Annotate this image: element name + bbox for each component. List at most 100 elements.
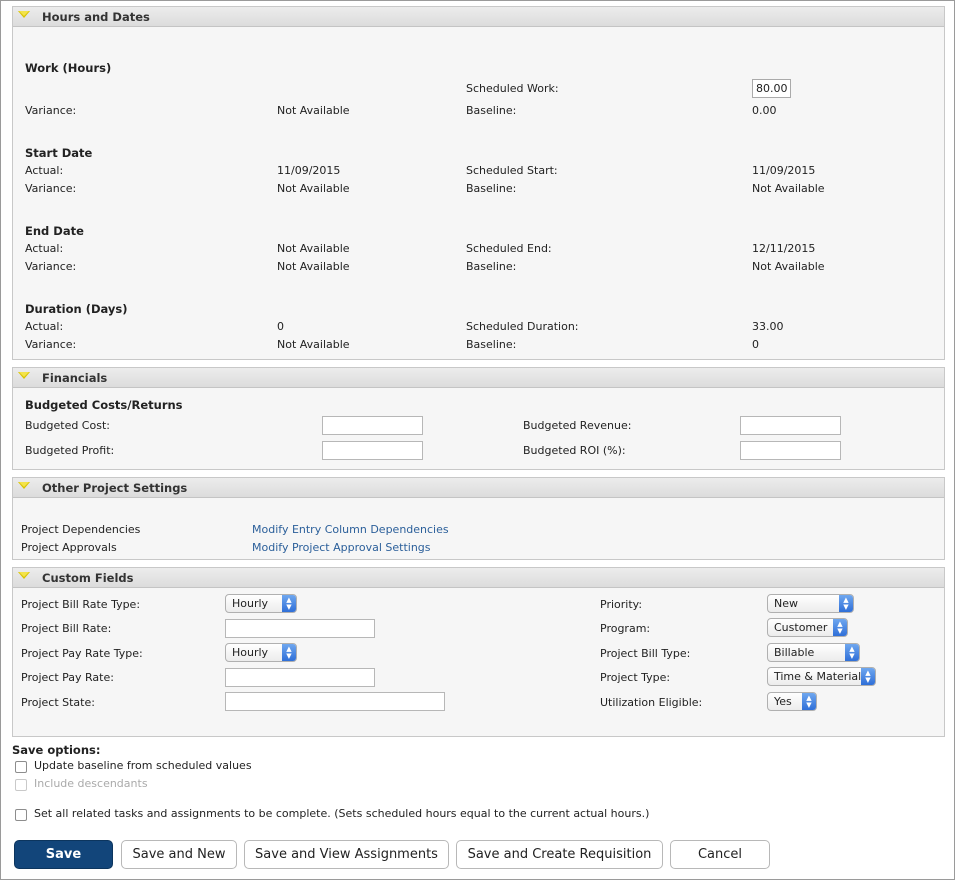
bill-type-select[interactable]: Billable ▲ ▼ — [767, 643, 860, 662]
select-arrows-icon: ▲ ▼ — [839, 595, 853, 612]
select-arrows-icon: ▲ ▼ — [282, 644, 296, 661]
financials-title: Financials — [42, 370, 108, 385]
cancel-button[interactable]: Cancel — [670, 840, 770, 869]
budgeted-profit-label: Budgeted Profit: — [25, 444, 115, 457]
hours-dates-title: Hours and Dates — [42, 9, 150, 24]
save-button[interactable]: Save — [14, 840, 113, 869]
start-actual-label: Actual: — [25, 164, 64, 177]
duration-baseline-value: 0 — [752, 338, 759, 351]
priority-value: New — [774, 597, 798, 610]
program-label: Program: — [600, 622, 651, 635]
custom-fields-title: Custom Fields — [42, 570, 134, 585]
set-complete-label: Set all related tasks and assignments to… — [34, 807, 650, 820]
other-settings-header[interactable]: Other Project Settings — [13, 478, 944, 498]
work-variance-label: Variance: — [25, 104, 77, 117]
work-variance-value: Not Available — [277, 104, 350, 117]
other-settings-section: Other Project Settings — [12, 477, 945, 560]
scheduled-end-value: 12/11/2015 — [752, 242, 816, 255]
pay-rate-label: Project Pay Rate: — [21, 671, 114, 684]
pay-rate-type-label: Project Pay Rate Type: — [21, 647, 143, 660]
scheduled-duration-value: 33.00 — [752, 320, 784, 333]
bill-type-value: Billable — [774, 646, 815, 659]
duration-actual-value: 0 — [277, 320, 284, 333]
end-date-title: End Date — [25, 224, 84, 238]
update-baseline-label: Update baseline from scheduled values — [34, 759, 252, 772]
save-and-create-requisition-button[interactable]: Save and Create Requisition — [456, 840, 663, 869]
utilization-select[interactable]: Yes ▲ ▼ — [767, 692, 817, 711]
pay-rate-input[interactable] — [225, 668, 375, 687]
start-date-title: Start Date — [25, 146, 93, 160]
pay-rate-type-select[interactable]: Hourly ▲ ▼ — [225, 643, 297, 662]
budgeted-cost-input[interactable] — [322, 416, 423, 435]
modify-dependencies-link[interactable]: Modify Entry Column Dependencies — [252, 523, 449, 536]
work-hours-title: Work (Hours) — [25, 61, 112, 75]
project-state-label: Project State: — [21, 696, 95, 709]
end-actual-label: Actual: — [25, 242, 64, 255]
program-select[interactable]: Customer ▲ ▼ — [767, 618, 848, 637]
collapse-triangle-icon[interactable] — [18, 372, 30, 379]
work-baseline-value: 0.00 — [752, 104, 777, 117]
end-variance-value: Not Available — [277, 260, 350, 273]
budgeted-roi-input[interactable] — [740, 441, 841, 460]
scheduled-start-value: 11/09/2015 — [752, 164, 816, 177]
save-options-title: Save options: — [12, 743, 101, 757]
bill-rate-type-select[interactable]: Hourly ▲ ▼ — [225, 594, 297, 613]
collapse-triangle-icon[interactable] — [18, 482, 30, 489]
scheduled-start-label: Scheduled Start: — [466, 164, 558, 177]
utilization-value: Yes — [774, 695, 792, 708]
start-variance-value: Not Available — [277, 182, 350, 195]
set-complete-checkbox[interactable] — [15, 809, 27, 821]
hours-dates-header[interactable]: Hours and Dates — [13, 7, 944, 27]
save-and-view-assignments-button[interactable]: Save and View Assignments — [244, 840, 449, 869]
project-type-select[interactable]: Time & Material ▲ ▼ — [767, 667, 876, 686]
bill-rate-type-value: Hourly — [232, 597, 269, 610]
budgeted-roi-label: Budgeted ROI (%): — [523, 444, 626, 457]
start-baseline-value: Not Available — [752, 182, 825, 195]
scheduled-work-label: Scheduled Work: — [466, 82, 559, 95]
duration-title: Duration (Days) — [25, 302, 128, 316]
start-variance-label: Variance: — [25, 182, 77, 195]
budgeted-costs-title: Budgeted Costs/Returns — [25, 398, 183, 412]
bill-rate-input[interactable] — [225, 619, 375, 638]
bill-rate-label: Project Bill Rate: — [21, 622, 112, 635]
priority-label: Priority: — [600, 598, 643, 611]
budgeted-revenue-input[interactable] — [740, 416, 841, 435]
modify-approvals-link[interactable]: Modify Project Approval Settings — [252, 541, 431, 554]
include-descendants-label: Include descendants — [34, 777, 148, 790]
collapse-triangle-icon[interactable] — [18, 11, 30, 18]
program-value: Customer — [774, 621, 828, 634]
end-variance-label: Variance: — [25, 260, 77, 273]
select-arrows-icon: ▲ ▼ — [833, 619, 847, 636]
start-actual-value: 11/09/2015 — [277, 164, 341, 177]
select-arrows-icon: ▲ ▼ — [845, 644, 859, 661]
duration-actual-label: Actual: — [25, 320, 64, 333]
custom-fields-header[interactable]: Custom Fields — [13, 568, 944, 588]
scheduled-end-label: Scheduled End: — [466, 242, 552, 255]
scheduled-duration-label: Scheduled Duration: — [466, 320, 579, 333]
update-baseline-checkbox[interactable] — [15, 761, 27, 773]
project-approvals-label: Project Approvals — [21, 541, 117, 554]
start-baseline-label: Baseline: — [466, 182, 517, 195]
duration-variance-label: Variance: — [25, 338, 77, 351]
project-type-label: Project Type: — [600, 671, 671, 684]
duration-baseline-label: Baseline: — [466, 338, 517, 351]
budgeted-cost-label: Budgeted Cost: — [25, 419, 110, 432]
end-baseline-label: Baseline: — [466, 260, 517, 273]
financials-header[interactable]: Financials — [13, 368, 944, 388]
include-descendants-checkbox[interactable] — [15, 779, 27, 791]
bill-rate-type-label: Project Bill Rate Type: — [21, 598, 141, 611]
other-settings-title: Other Project Settings — [42, 480, 188, 495]
project-type-value: Time & Material — [774, 670, 862, 683]
scheduled-work-field[interactable]: 80.00 — [752, 79, 791, 98]
budgeted-profit-input[interactable] — [322, 441, 423, 460]
duration-variance-value: Not Available — [277, 338, 350, 351]
collapse-triangle-icon[interactable] — [18, 572, 30, 579]
project-dependencies-label: Project Dependencies — [21, 523, 141, 536]
bill-type-label: Project Bill Type: — [600, 647, 691, 660]
select-arrows-icon: ▲ ▼ — [282, 595, 296, 612]
select-arrows-icon: ▲ ▼ — [861, 668, 875, 685]
end-actual-value: Not Available — [277, 242, 350, 255]
priority-select[interactable]: New ▲ ▼ — [767, 594, 854, 613]
save-and-new-button[interactable]: Save and New — [121, 840, 237, 869]
project-state-input[interactable] — [225, 692, 445, 711]
